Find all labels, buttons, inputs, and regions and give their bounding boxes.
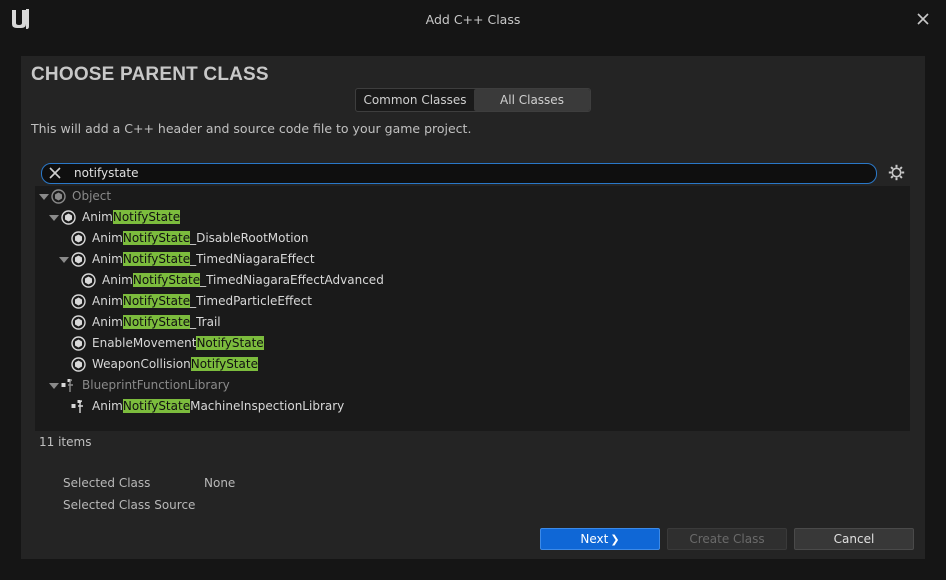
search-input[interactable] [74, 164, 854, 183]
object-class-icon [51, 189, 66, 204]
object-class-icon [61, 210, 76, 225]
object-class-icon [81, 273, 96, 288]
search-match: NotifyState [122, 252, 191, 266]
tree-item-label: AnimNotifyState_TimedNiagaraEffect [92, 252, 315, 266]
tree-item-enableMovement[interactable]: EnableMovementNotifyState [35, 333, 910, 354]
search-match: NotifyState [122, 315, 191, 329]
expand-arrow-icon[interactable] [49, 215, 59, 221]
tree-item-label: AnimNotifyState_DisableRootMotion [92, 231, 309, 245]
function-library-icon [71, 400, 83, 413]
tree-item-timedParticleEffect[interactable]: AnimNotifyState_TimedParticleEffect [35, 291, 910, 312]
object-class-icon [71, 357, 86, 372]
tab-common-classes[interactable]: Common Classes [356, 89, 474, 111]
object-class-icon [71, 231, 86, 246]
object-class-icon [71, 315, 86, 330]
tree-item-weaponCollision[interactable]: WeaponCollisionNotifyState [35, 354, 910, 375]
search-match: NotifyState [122, 294, 191, 308]
tree-item-label: AnimNotifyState [82, 210, 181, 224]
expand-arrow-icon[interactable] [59, 257, 69, 263]
tree-item-object[interactable]: Object [35, 186, 910, 207]
window-title: Add C++ Class [425, 12, 521, 27]
tree-item-label: BlueprintFunctionLibrary [82, 378, 230, 392]
tree-item-trail[interactable]: AnimNotifyState_Trail [35, 312, 910, 333]
tree-item-blueprintFunctionLibrary[interactable]: BlueprintFunctionLibrary [35, 375, 910, 396]
search-match: NotifyState [122, 399, 191, 413]
object-class-icon [71, 336, 86, 351]
function-library-icon [61, 379, 73, 392]
create-class-button[interactable]: Create Class [667, 528, 787, 550]
tree-item-label: Object [72, 189, 112, 203]
description-text: This will add a C++ header and source co… [31, 121, 472, 136]
next-button[interactable]: Next ❯ [540, 528, 660, 550]
tree-item-label: WeaponCollisionNotifyState [92, 357, 258, 371]
chevron-right-icon: ❯ [610, 533, 620, 546]
dialog-panel: CHOOSE PARENT CLASS Common Classes All C… [21, 56, 925, 559]
gear-icon[interactable] [888, 164, 905, 181]
tree-item-machineInspectionLibrary[interactable]: AnimNotifyStateMachineInspectionLibrary [35, 396, 910, 417]
tree-item-timedNiagaraEffectAdvanced[interactable]: AnimNotifyState_TimedNiagaraEffectAdvanc… [35, 270, 910, 291]
next-button-label: Next [580, 532, 609, 546]
tree-item-label: AnimNotifyStateMachineInspectionLibrary [92, 399, 345, 413]
tree-item-label: AnimNotifyState_Trail [92, 315, 221, 329]
tree-item-disableRootMotion[interactable]: AnimNotifyState_DisableRootMotion [35, 228, 910, 249]
class-tree: Object AnimNotifyState AnimNotifyState_D… [35, 186, 910, 431]
search-match: NotifyState [112, 210, 181, 224]
tree-item-animnotifystate[interactable]: AnimNotifyState [35, 207, 910, 228]
selected-class-label: Selected Class [63, 476, 151, 490]
tree-item-label: EnableMovementNotifyState [92, 336, 264, 350]
object-class-icon [71, 294, 86, 309]
tree-item-label: AnimNotifyState_TimedNiagaraEffectAdvanc… [102, 273, 384, 287]
clear-search-icon[interactable] [48, 166, 62, 180]
cancel-button[interactable]: Cancel [794, 528, 914, 550]
search-match: NotifyState [122, 231, 191, 245]
object-class-icon [71, 252, 86, 267]
search-match: NotifyState [190, 357, 258, 371]
close-icon[interactable] [914, 10, 932, 28]
page-title: CHOOSE PARENT CLASS [31, 64, 269, 85]
class-mode-toggle: Common Classes All Classes [355, 88, 591, 112]
selected-class-source-label: Selected Class Source [63, 498, 196, 512]
tab-all-classes[interactable]: All Classes [474, 89, 590, 111]
selected-class-value: None [204, 476, 236, 490]
search-box [41, 163, 877, 184]
expand-arrow-icon[interactable] [39, 194, 49, 200]
item-count: 11 items [39, 435, 92, 449]
search-match: NotifyState [196, 336, 264, 350]
tree-item-timedNiagaraEffect[interactable]: AnimNotifyState_TimedNiagaraEffect [35, 249, 910, 270]
tree-item-label: AnimNotifyState_TimedParticleEffect [92, 294, 312, 308]
title-bar: Add C++ Class [0, 0, 946, 40]
search-match: NotifyState [132, 273, 201, 287]
expand-arrow-icon[interactable] [49, 383, 59, 389]
